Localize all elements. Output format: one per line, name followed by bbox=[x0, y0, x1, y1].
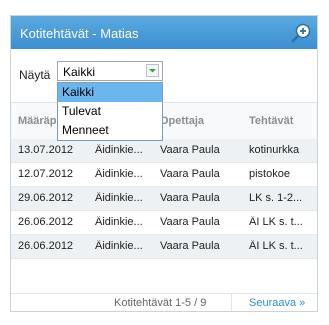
cell-teacher: Vaara Paula bbox=[160, 144, 220, 156]
cell-task: ÄI LK s. t... bbox=[249, 216, 303, 228]
cell-teacher: Vaara Paula bbox=[160, 216, 220, 228]
column-header-tasks[interactable]: Tehtävät bbox=[249, 115, 309, 127]
footer-divider bbox=[231, 293, 232, 311]
pagination-count: Kotitehtävät 1-5 / 9 bbox=[114, 297, 207, 309]
cell-subject: Äidinkie... bbox=[95, 240, 143, 252]
filter-selected-value: Kaikki bbox=[63, 65, 96, 79]
cell-teacher: Vaara Paula bbox=[160, 168, 220, 180]
column-header-teacher[interactable]: Opettaja bbox=[160, 115, 240, 127]
cell-task: pistokoe bbox=[249, 168, 290, 180]
cell-date: 13.07.2012 bbox=[18, 144, 74, 156]
filter-option-menneet[interactable]: Menneet bbox=[58, 121, 162, 140]
cell-teacher: Vaara Paula bbox=[160, 192, 220, 204]
cell-task: kotinurkka bbox=[249, 144, 300, 156]
filter-dropdown: Kaikki Tulevat Menneet bbox=[57, 82, 163, 141]
homework-widget: Kotitehtävät - Matias Näytä Kaikki Kaikk… bbox=[10, 15, 318, 312]
cell-subject: Äidinkie... bbox=[95, 192, 143, 204]
table-row[interactable]: 26.06.2012 Äidinkie... Vaara Paula ÄI LK… bbox=[11, 211, 317, 235]
table-row[interactable]: 12.07.2012 Äidinkie... Vaara Paula pisto… bbox=[11, 163, 317, 187]
cell-task: LK s. 1-2... bbox=[249, 192, 303, 204]
cell-subject: Äidinkie... bbox=[95, 168, 143, 180]
table-row[interactable]: 26.06.2012 Äidinkie... Vaara Paula ÄI LK… bbox=[11, 235, 317, 259]
filter-label: Näytä bbox=[19, 68, 51, 82]
next-page-link[interactable]: Seuraava » bbox=[249, 297, 305, 309]
filter-select[interactable]: Kaikki bbox=[57, 61, 163, 81]
cell-date: 26.06.2012 bbox=[18, 240, 74, 252]
filter-option-tulevat[interactable]: Tulevat bbox=[58, 102, 162, 121]
cell-date: 12.07.2012 bbox=[18, 168, 74, 180]
zoom-in-icon[interactable] bbox=[290, 22, 312, 44]
cell-subject: Äidinkie... bbox=[95, 216, 143, 228]
cell-date: 29.06.2012 bbox=[18, 192, 74, 204]
table-footer: Kotitehtävät 1-5 / 9 Seuraava » bbox=[11, 293, 317, 312]
filter-option-kaikki[interactable]: Kaikki bbox=[58, 83, 162, 102]
cell-date: 26.06.2012 bbox=[18, 216, 74, 228]
widget-title: Kotitehtävät - Matias bbox=[20, 26, 139, 41]
cell-subject: Äidinkie... bbox=[95, 144, 143, 156]
cell-task: ÄI LK s. t... bbox=[249, 240, 303, 252]
table-row[interactable]: 13.07.2012 Äidinkie... Vaara Paula kotin… bbox=[11, 139, 317, 163]
cell-teacher: Vaara Paula bbox=[160, 240, 220, 252]
table-row[interactable]: 29.06.2012 Äidinkie... Vaara Paula LK s.… bbox=[11, 187, 317, 211]
chevron-down-icon[interactable] bbox=[146, 64, 159, 77]
widget-header: Kotitehtävät - Matias bbox=[11, 16, 317, 49]
